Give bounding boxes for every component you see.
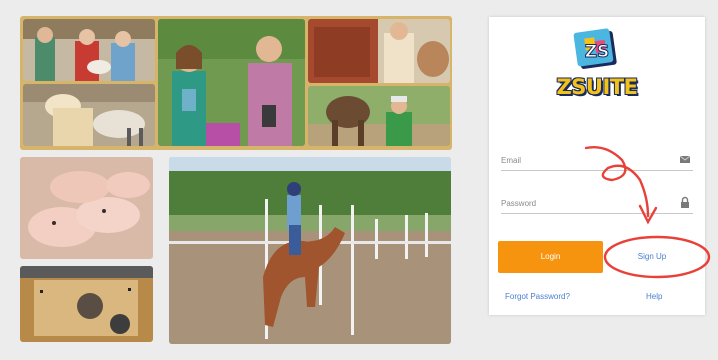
piglets-photo (20, 157, 153, 259)
email-field[interactable]: Email (501, 152, 693, 171)
envelope-icon (679, 153, 691, 165)
zsuite-logo: ZS ZSUITE (549, 25, 645, 105)
logo-letters: ZS (585, 42, 610, 62)
lock-icon (679, 196, 691, 208)
password-field[interactable]: Password (501, 195, 693, 214)
email-placeholder: Email (501, 156, 522, 165)
woman-with-sheep-photo (23, 84, 155, 146)
workbench-craft-photo (20, 266, 153, 342)
barrel-racing-horse-photo (169, 157, 451, 344)
boy-with-horse-photo (308, 86, 450, 146)
logo-wordmark: ZSUITE (556, 75, 638, 99)
help-link[interactable]: Help (646, 292, 662, 301)
signup-button[interactable]: Sign Up (606, 241, 698, 273)
forgot-password-link[interactable]: Forgot Password? (505, 292, 570, 301)
login-button[interactable]: Login (498, 241, 603, 273)
kids-with-rabbits-photo (23, 19, 155, 81)
teens-with-ribbons-photo (158, 19, 305, 146)
password-placeholder: Password (501, 199, 537, 208)
login-panel: ZS ZSUITE Email Password Login Sign Up F… (489, 17, 705, 315)
girl-with-cow-photo (308, 19, 450, 83)
